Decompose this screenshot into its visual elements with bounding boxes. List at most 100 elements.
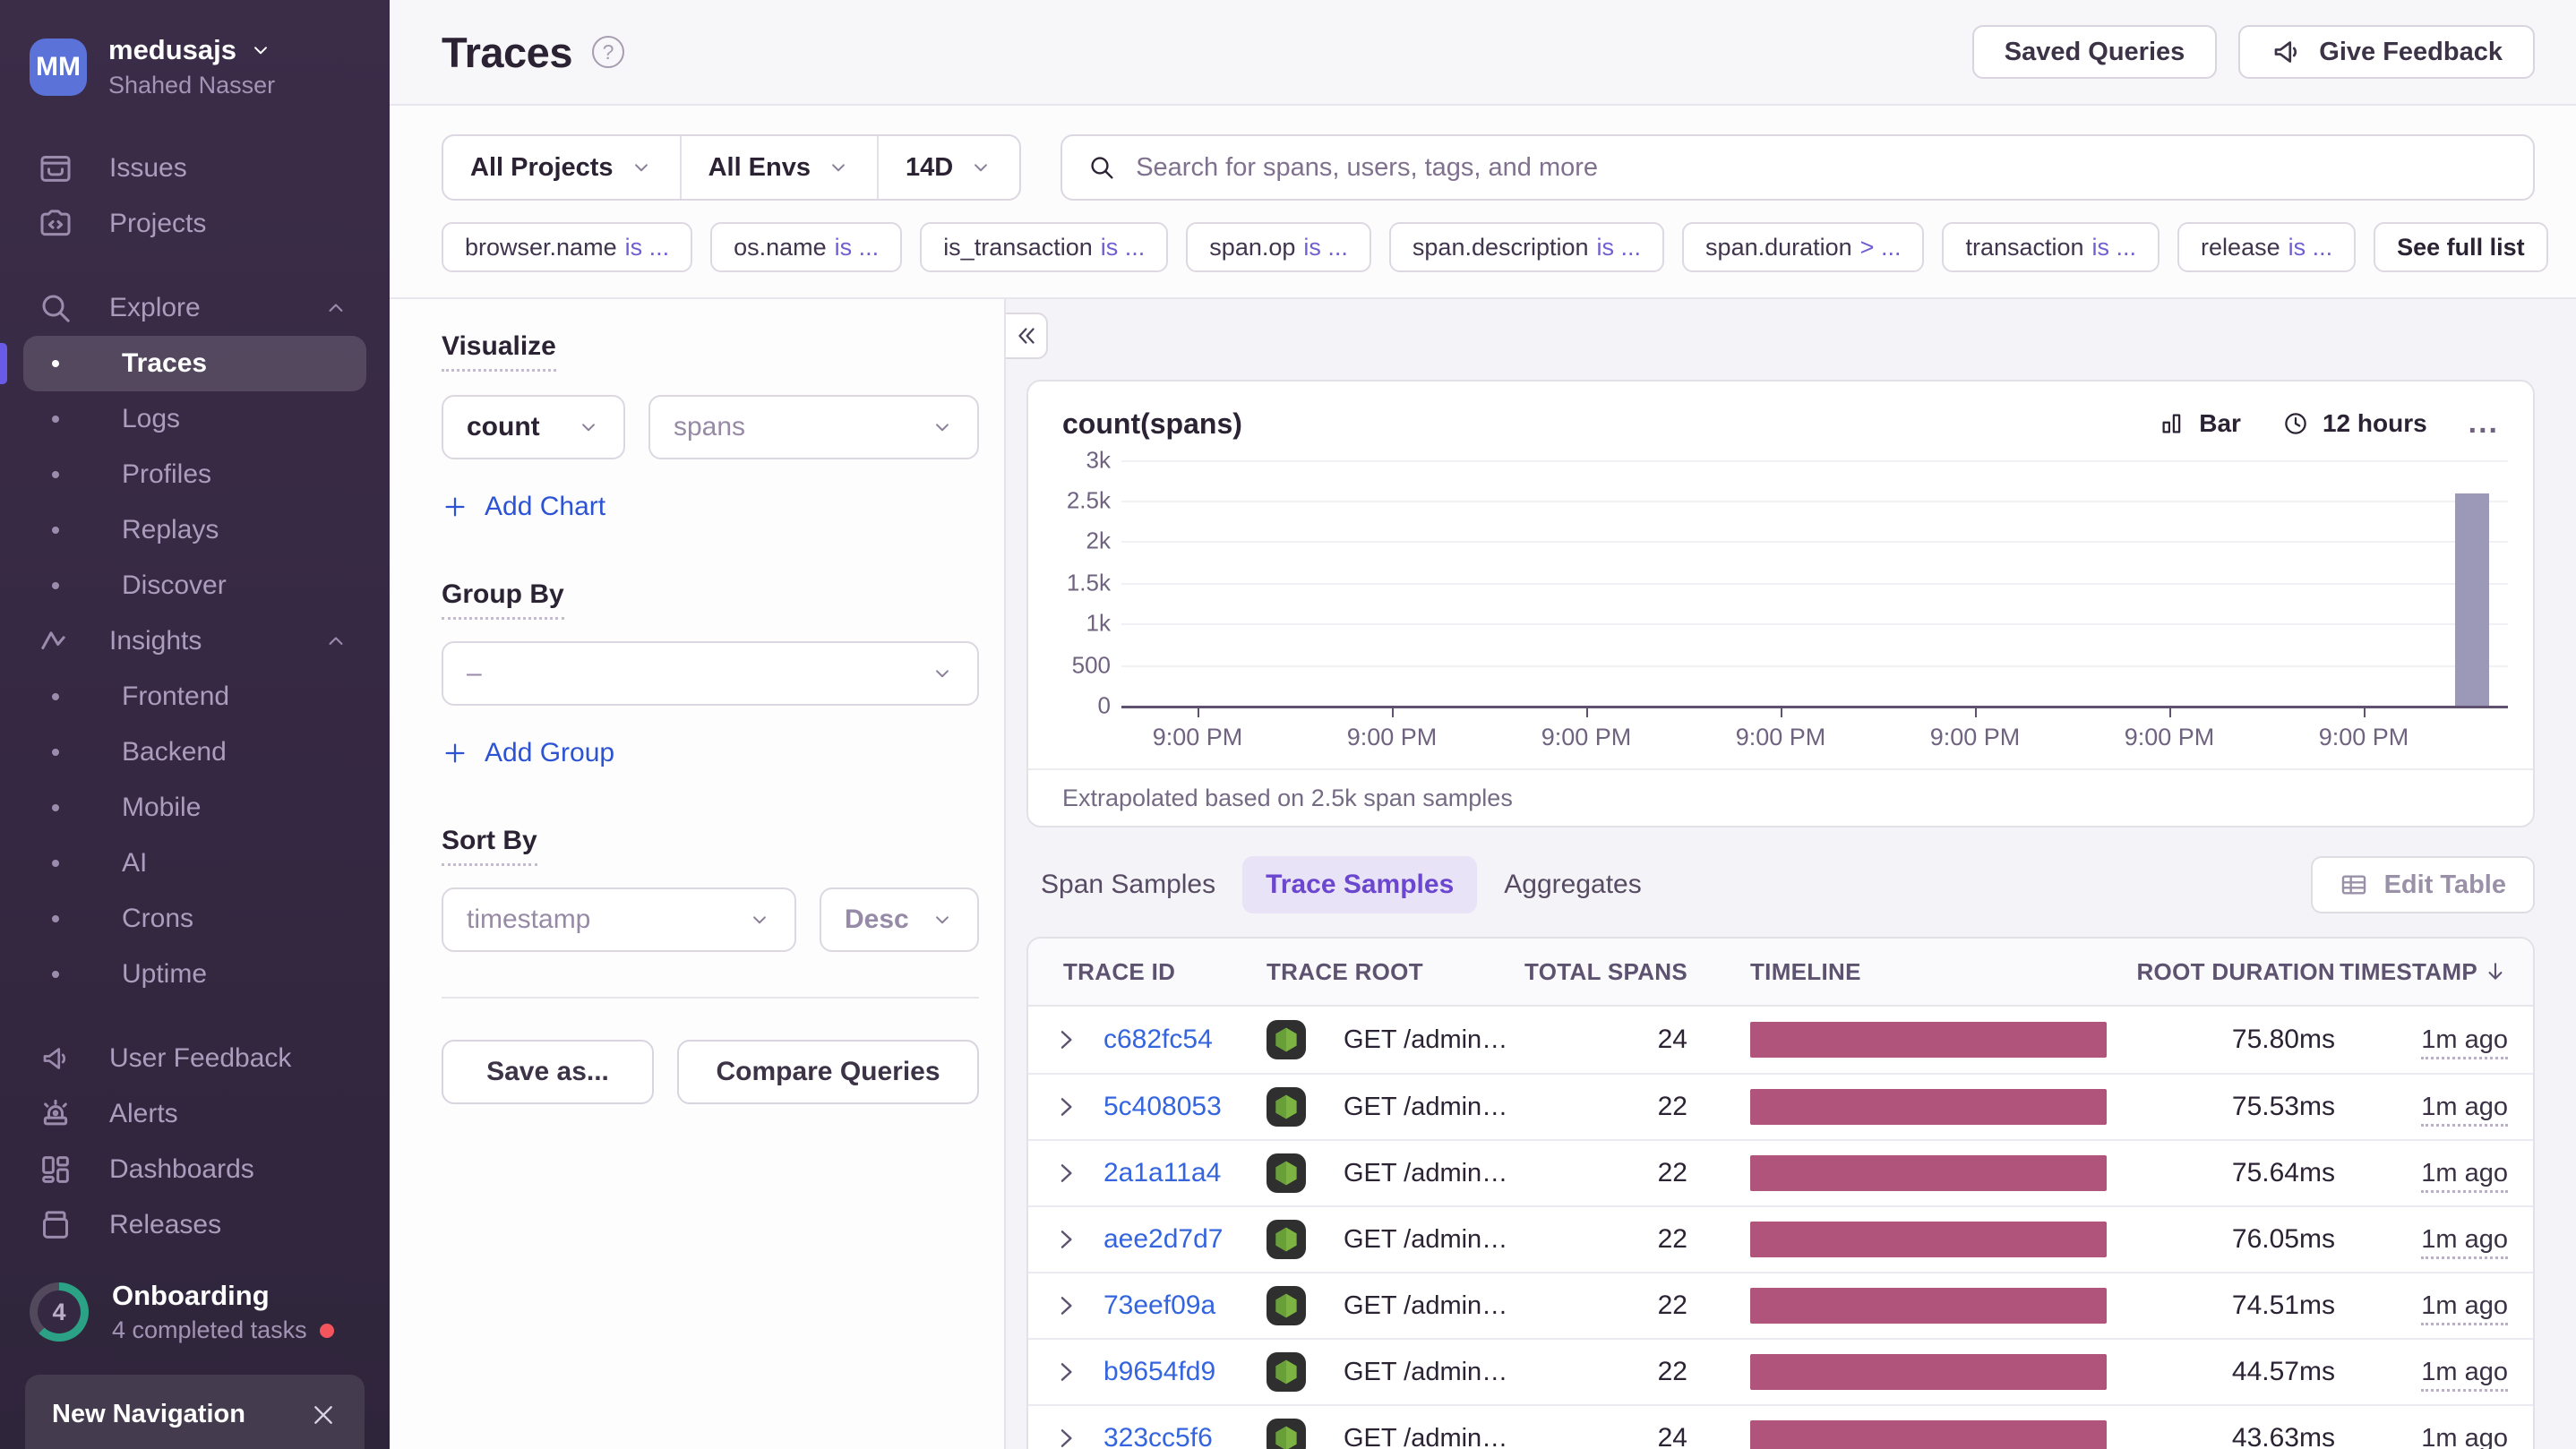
filter-chip-is-transaction[interactable]: is_transaction is ...: [920, 222, 1168, 272]
sidebar-item-insights[interactable]: Insights: [0, 613, 390, 669]
x-axis-tick: [1392, 706, 1394, 717]
sidebar-item-mobile[interactable]: Mobile: [0, 780, 390, 836]
trace-id-link[interactable]: 73eef09a: [1103, 1290, 1256, 1321]
close-icon[interactable]: [309, 1401, 338, 1429]
expand-row-icon[interactable]: [1028, 1025, 1103, 1054]
sidebar-item-label: Dashboards: [109, 1154, 254, 1185]
sidebar-item-uptime[interactable]: Uptime: [0, 947, 390, 1002]
tab-span-samples[interactable]: Span Samples: [1026, 856, 1230, 913]
timestamp-value[interactable]: 1m ago: [2421, 1093, 2508, 1127]
add-group-button[interactable]: Add Group: [442, 738, 614, 768]
trace-id-link[interactable]: 5c408053: [1103, 1092, 1256, 1122]
trace-id-link[interactable]: aee2d7d7: [1103, 1224, 1256, 1255]
column-header-trace-root[interactable]: TRACE ROOT: [1256, 958, 1516, 986]
sidebar-item-frontend[interactable]: Frontend: [0, 669, 390, 724]
chart-type-button[interactable]: Bar: [2159, 409, 2241, 438]
timestamp-value[interactable]: 1m ago: [2421, 1225, 2508, 1259]
edit-table-button[interactable]: Edit Table: [2311, 856, 2535, 913]
saved-queries-button[interactable]: Saved Queries: [1972, 25, 2218, 79]
tab-trace-samples[interactable]: Trace Samples: [1242, 856, 1477, 913]
save-as-button[interactable]: Save as...: [442, 1040, 654, 1104]
tab-aggregates[interactable]: Aggregates: [1490, 856, 1655, 913]
sidebar-item-alerts[interactable]: Alerts: [0, 1086, 390, 1142]
sidebar-item-issues[interactable]: Issues: [0, 141, 390, 196]
timeline-bar[interactable]: [1750, 1420, 2107, 1449]
column-header-trace-id[interactable]: TRACE ID: [1028, 958, 1256, 986]
timestamp-value[interactable]: 1m ago: [2421, 1159, 2508, 1193]
filter-chip-os-name[interactable]: os.name is ...: [710, 222, 902, 272]
give-feedback-button[interactable]: Give Feedback: [2238, 25, 2535, 79]
filter-chip-browser-name[interactable]: browser.name is ...: [442, 222, 692, 272]
filter-chip-transaction[interactable]: transaction is ...: [1942, 222, 2160, 272]
sidebar-item-onboarding[interactable]: 4 Onboarding 4 completed tasks: [0, 1280, 390, 1344]
timestamp-value[interactable]: 1m ago: [2421, 1291, 2508, 1325]
chart-bar[interactable]: [2455, 493, 2489, 706]
timestamp-value[interactable]: 1m ago: [2421, 1424, 2508, 1449]
sidebar-item-user-feedback[interactable]: User Feedback: [0, 1031, 390, 1086]
trace-id-link[interactable]: 2a1a11a4: [1103, 1158, 1256, 1188]
sidebar-item-backend[interactable]: Backend: [0, 724, 390, 780]
sidebar-item-logs[interactable]: Logs: [0, 391, 390, 447]
sidebar-item-ai[interactable]: AI: [0, 836, 390, 891]
aggregate-select[interactable]: count: [442, 395, 625, 459]
timestamp-value[interactable]: 1m ago: [2421, 1025, 2508, 1059]
sidebar-item-label: Logs: [122, 404, 180, 434]
filter-chip-span-duration[interactable]: span.duration > ...: [1682, 222, 1924, 272]
trace-id-link[interactable]: b9654fd9: [1103, 1357, 1256, 1387]
filter-chip-release[interactable]: release is ...: [2177, 222, 2356, 272]
column-header-timeline[interactable]: TIMELINE: [1695, 958, 2134, 986]
compare-queries-button[interactable]: Compare Queries: [677, 1040, 979, 1104]
sort-direction-select[interactable]: Desc: [820, 887, 979, 952]
y-axis-tick-label: 3k: [1028, 447, 1111, 475]
table-row: c682fc54 GET /admin… 24 75.80ms 1m ago: [1028, 1007, 2533, 1073]
nodejs-project-icon: [1267, 1220, 1306, 1259]
timeline-bar[interactable]: [1750, 1022, 2107, 1058]
chevron-down-icon: [577, 416, 600, 439]
expand-row-icon[interactable]: [1028, 1093, 1103, 1121]
sidebar-item-releases[interactable]: Releases: [0, 1197, 390, 1253]
column-header-root-duration[interactable]: ROOT DURATION: [2134, 958, 2340, 986]
trace-id-link[interactable]: 323cc5f6: [1103, 1423, 1256, 1449]
sidebar-item-profiles[interactable]: Profiles: [0, 447, 390, 502]
chart-interval-button[interactable]: 12 hours: [2282, 409, 2427, 438]
org-switcher[interactable]: MM medusajs Shahed Nasser: [0, 0, 390, 99]
timeline-bar[interactable]: [1750, 1354, 2107, 1390]
sidebar-item-dashboards[interactable]: Dashboards: [0, 1142, 390, 1197]
sidebar-item-replays[interactable]: Replays: [0, 502, 390, 558]
filter-chip-span-description[interactable]: span.description is ...: [1389, 222, 1664, 272]
expand-row-icon[interactable]: [1028, 1159, 1103, 1187]
date-range-filter[interactable]: 14D: [877, 136, 1019, 199]
column-header-timestamp[interactable]: TIMESTAMP: [2340, 958, 2533, 986]
search-input[interactable]: [1136, 153, 2508, 183]
environment-filter[interactable]: All Envs: [680, 136, 877, 199]
expand-row-icon[interactable]: [1028, 1358, 1103, 1386]
see-full-list-button[interactable]: See full list: [2374, 222, 2548, 272]
expand-row-icon[interactable]: [1028, 1424, 1103, 1449]
project-filter[interactable]: All Projects: [443, 136, 680, 199]
collapse-panel-button[interactable]: [1006, 313, 1048, 359]
sort-field-select[interactable]: timestamp: [442, 887, 796, 952]
overflow-menu-icon[interactable]: ...: [2469, 417, 2499, 430]
timeline-bar[interactable]: [1750, 1089, 2107, 1125]
trace-id-link[interactable]: c682fc54: [1103, 1025, 1256, 1055]
help-icon[interactable]: ?: [592, 36, 624, 68]
field-select[interactable]: spans: [648, 395, 979, 459]
chip-operator: is ...: [2092, 234, 2137, 262]
sidebar-item-discover[interactable]: Discover: [0, 558, 390, 613]
group-by-select[interactable]: –: [442, 641, 979, 706]
add-chart-button[interactable]: Add Chart: [442, 492, 605, 522]
timestamp-value[interactable]: 1m ago: [2421, 1358, 2508, 1392]
sidebar-item-projects[interactable]: Projects: [0, 196, 390, 252]
filter-chip-span-op[interactable]: span.op is ...: [1186, 222, 1371, 272]
expand-row-icon[interactable]: [1028, 1225, 1103, 1254]
timeline-bar[interactable]: [1750, 1222, 2107, 1257]
timeline-bar[interactable]: [1750, 1288, 2107, 1324]
sidebar-item-crons[interactable]: Crons: [0, 891, 390, 947]
timeline-bar[interactable]: [1750, 1155, 2107, 1191]
trace-root-label: GET /admin…: [1344, 1093, 1507, 1122]
sidebar-item-explore[interactable]: Explore: [0, 280, 390, 336]
sidebar-item-traces[interactable]: Traces: [23, 336, 366, 391]
y-axis-tick-label: 0: [1028, 692, 1111, 720]
expand-row-icon[interactable]: [1028, 1291, 1103, 1320]
column-header-total-spans[interactable]: TOTAL SPANS: [1516, 958, 1695, 986]
